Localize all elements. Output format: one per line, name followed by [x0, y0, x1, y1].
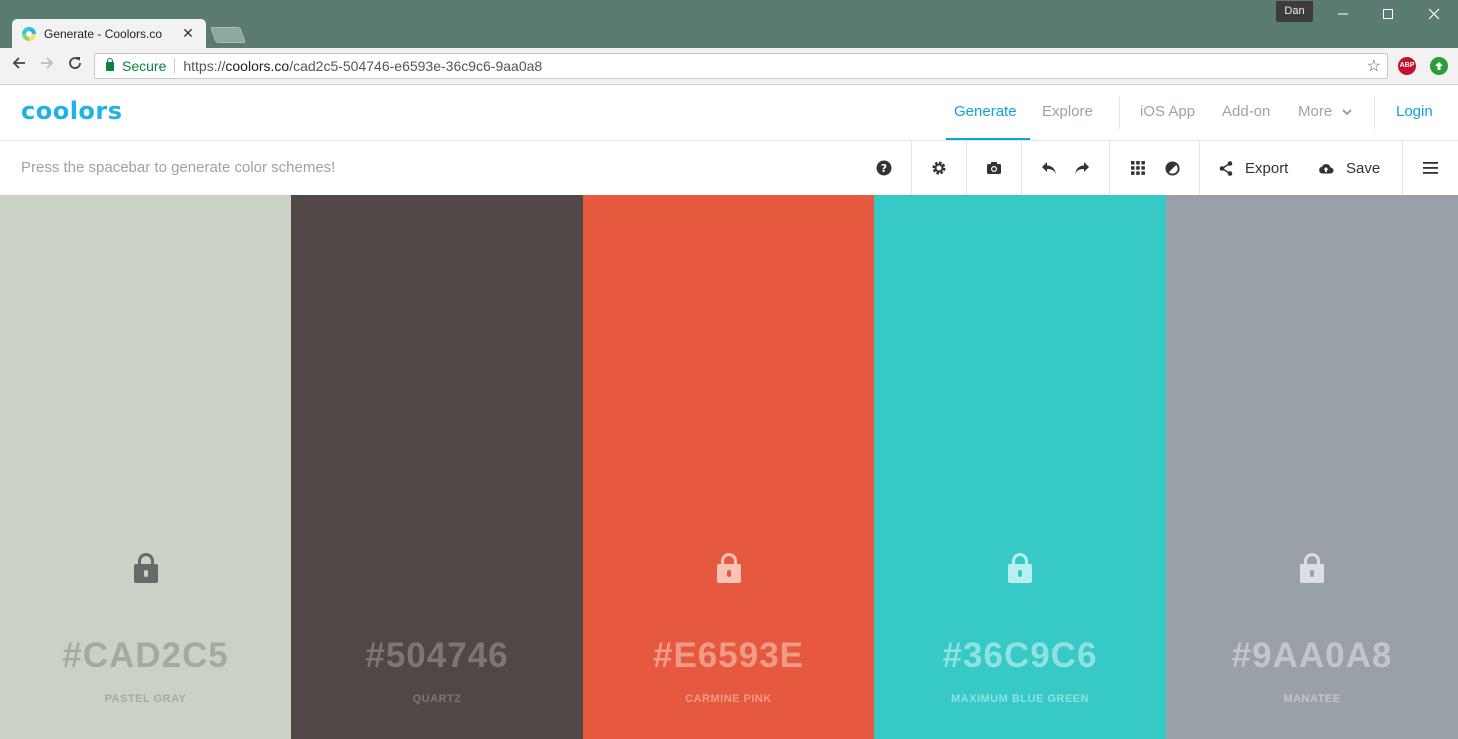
nav-ios-app[interactable]: iOS App	[1140, 103, 1195, 120]
coolors-favicon-icon	[22, 26, 36, 41]
profile-button[interactable]: Dan	[1276, 1, 1313, 22]
color-swatch[interactable]: #CAD2C5 PASTEL GRAY	[0, 195, 291, 739]
undo-button[interactable]	[1039, 157, 1059, 179]
back-button[interactable]	[7, 54, 31, 78]
save-label: Save	[1346, 159, 1381, 177]
minimize-button[interactable]	[1328, 4, 1358, 26]
forward-arrow-icon	[41, 57, 54, 69]
lock-icon[interactable]	[133, 553, 158, 583]
browser-toolbar: Secure https://coolors.co/cad2c5-504746-…	[0, 48, 1458, 85]
minimize-icon	[1338, 13, 1348, 15]
extension-upload-icon[interactable]	[1430, 57, 1448, 75]
redo-button[interactable]	[1072, 157, 1092, 179]
spacebar-hint: Press the spacebar to generate color sch…	[21, 159, 336, 176]
cloud-upload-icon	[1319, 164, 1334, 174]
secure-label: Secure	[122, 58, 176, 74]
hamburger-icon	[1422, 162, 1438, 174]
nav-addon[interactable]: Add-on	[1222, 103, 1270, 120]
maximize-button[interactable]	[1373, 4, 1403, 26]
swatch-hex[interactable]: #9AA0A8	[1166, 636, 1458, 676]
export-button[interactable]: Export	[1219, 157, 1288, 179]
share-icon	[1219, 160, 1233, 176]
view-grid-button[interactable]	[1128, 157, 1148, 179]
toolbar-divider	[1199, 141, 1200, 195]
lock-icon[interactable]	[716, 553, 741, 583]
nav-divider	[1374, 97, 1375, 129]
swatch-hex[interactable]: #504746	[291, 636, 583, 676]
close-window-button[interactable]	[1419, 4, 1449, 26]
app-header: coolors Generate Explore iOS App Add-on …	[0, 85, 1458, 141]
secure-lock-icon	[106, 57, 114, 71]
save-button[interactable]: Save	[1318, 157, 1380, 179]
tab-title: Generate - Coolors.co	[44, 26, 163, 41]
camera-icon	[987, 162, 1001, 174]
color-swatch[interactable]: #36C9C6 MAXIMUM BLUE GREEN	[874, 195, 1166, 739]
address-bar[interactable]: Secure https://coolors.co/cad2c5-504746-…	[94, 53, 1388, 79]
nav-login[interactable]: Login	[1396, 103, 1433, 120]
settings-button[interactable]	[929, 157, 949, 179]
tab-close-icon[interactable]: ✕	[180, 25, 196, 42]
swatch-color-name: QUARTZ	[412, 693, 462, 705]
color-palette: #CAD2C5 PASTEL GRAY #504746 QUARTZ #E659…	[0, 195, 1458, 739]
toolbar-divider	[911, 141, 912, 195]
swatch-hex[interactable]: #CAD2C5	[0, 636, 291, 676]
nav-explore[interactable]: Explore	[1042, 103, 1093, 120]
menu-button[interactable]	[1421, 157, 1439, 179]
color-swatch[interactable]: #9AA0A8 MANATEE	[1166, 195, 1458, 739]
active-tab-indicator	[946, 138, 1030, 140]
generator-toolbar: Press the spacebar to generate color sch…	[0, 141, 1458, 195]
browser-titlebar: Generate - Coolors.co ✕ Dan	[0, 0, 1458, 48]
toolbar-divider	[1109, 141, 1110, 195]
swatch-color-name: MAXIMUM BLUE GREEN	[951, 693, 1089, 705]
url-text: https://coolors.co/cad2c5-504746-e6593e-…	[183, 58, 543, 74]
reload-icon	[69, 57, 81, 69]
color-swatch[interactable]: #E6593E CARMINE PINK	[583, 195, 874, 739]
maximize-icon	[1383, 9, 1393, 19]
new-tab-button[interactable]	[210, 27, 246, 43]
nav-generate[interactable]: Generate	[954, 103, 1017, 120]
grid-icon	[1131, 161, 1145, 175]
help-icon: ?	[876, 160, 892, 176]
export-label: Export	[1245, 159, 1289, 177]
swatch-color-name: PASTEL GRAY	[104, 693, 187, 705]
help-button[interactable]: ?	[874, 157, 894, 179]
nav-more-label: More	[1298, 103, 1333, 120]
undo-icon	[1042, 162, 1056, 174]
nav-divider	[1119, 97, 1120, 129]
swatch-hex[interactable]: #E6593E	[583, 636, 874, 676]
back-arrow-icon	[12, 57, 25, 69]
reload-button[interactable]	[63, 54, 87, 78]
color-swatch[interactable]: #504746 QUARTZ	[291, 195, 583, 739]
redo-icon	[1075, 162, 1089, 174]
contrast-icon	[1164, 160, 1180, 176]
lock-icon[interactable]	[1300, 553, 1324, 583]
svg-text:?: ?	[881, 162, 887, 175]
coolors-logo[interactable]: coolors	[21, 97, 123, 125]
bookmark-star-icon[interactable]: ☆	[1367, 56, 1381, 76]
browser-tab[interactable]: Generate - Coolors.co ✕	[12, 19, 206, 48]
toolbar-divider	[1402, 141, 1403, 195]
adblock-extension-icon[interactable]: ABP	[1398, 57, 1416, 75]
swatch-hex[interactable]: #36C9C6	[874, 636, 1166, 676]
camera-button[interactable]	[984, 157, 1004, 179]
close-icon	[1428, 8, 1440, 20]
swatch-color-name: CARMINE PINK	[685, 693, 772, 705]
forward-button[interactable]	[35, 54, 59, 78]
toolbar-divider	[1021, 141, 1022, 195]
lock-icon[interactable]	[1008, 553, 1032, 583]
settings-icon	[932, 161, 946, 175]
nav-more[interactable]: More	[1298, 103, 1353, 120]
swatch-color-name: MANATEE	[1283, 693, 1341, 705]
contrast-button[interactable]	[1162, 157, 1182, 179]
chevron-down-icon	[1342, 109, 1353, 116]
toolbar-divider	[966, 141, 967, 195]
